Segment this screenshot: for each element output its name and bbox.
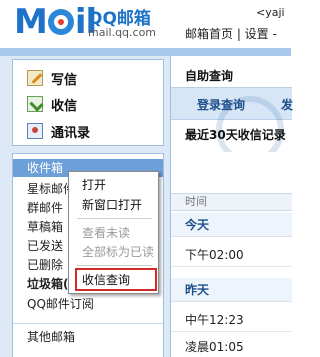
menu-item-receipt-query[interactable]: 收信查询 xyxy=(69,271,158,289)
folder-subscriptions[interactable]: QQ邮件订阅 xyxy=(13,295,163,313)
contacts-label: 通讯录 xyxy=(51,125,91,141)
receive-label: 收信 xyxy=(51,98,78,114)
header-links[interactable]: 邮箱首页 | 设置 - xyxy=(185,25,277,42)
query-tabs: 登录查询 发 xyxy=(171,87,293,152)
quick-actions: 写信 收信 通讯录 xyxy=(12,59,164,146)
tab-login-query[interactable]: 登录查询 xyxy=(197,96,245,113)
menu-divider xyxy=(77,265,152,266)
table-row: 下午02:00 xyxy=(171,243,292,267)
header: Mil QQ邮箱 mail.qq.com <yaji 邮箱首页 | 设置 - xyxy=(0,0,291,48)
group-today: 今天 xyxy=(171,213,292,237)
folder-divider xyxy=(13,323,163,324)
right-panel: 自助查询 登录查询 发 最近30天收信记录 时间 今天 下午02:00 昨天 中… xyxy=(170,56,293,357)
menu-divider xyxy=(77,218,152,219)
inbox-icon xyxy=(27,96,43,112)
write-icon xyxy=(27,70,43,86)
folder-other-mailboxes[interactable]: 其他邮箱 xyxy=(13,328,163,346)
receive-button[interactable]: 收信 xyxy=(27,93,77,115)
folder-context-menu: 打开 新窗口打开 查看未读 全部标为已读 收信查询 xyxy=(68,171,159,294)
write-button[interactable]: 写信 xyxy=(27,67,77,89)
column-header-time: 时间 xyxy=(171,193,292,211)
logo[interactable]: Mil xyxy=(14,2,97,42)
top-bar xyxy=(0,48,291,56)
menu-item-open[interactable]: 打开 xyxy=(69,176,158,194)
contacts-button[interactable]: 通讯录 xyxy=(27,120,90,142)
panel-title: 自助查询 xyxy=(185,69,234,83)
brand-domain: mail.qq.com xyxy=(88,26,157,39)
write-label: 写信 xyxy=(51,72,78,88)
query-description: 最近30天收信记录 xyxy=(185,128,286,142)
table-row: 中午12:23 xyxy=(171,308,292,332)
tab-send-query[interactable]: 发 xyxy=(281,96,293,113)
menu-item-open-new-window[interactable]: 新窗口打开 xyxy=(69,196,158,214)
table-row: 凌晨01:05 xyxy=(171,335,292,357)
contacts-icon xyxy=(27,123,43,139)
group-yesterday: 昨天 xyxy=(171,278,292,302)
logo-ring-icon xyxy=(47,9,74,35)
user-name: <yaji xyxy=(256,6,285,19)
menu-item-mark-all-read: 全部标为已读 xyxy=(82,245,155,259)
menu-item-view-unread: 查看未读 xyxy=(82,226,131,240)
